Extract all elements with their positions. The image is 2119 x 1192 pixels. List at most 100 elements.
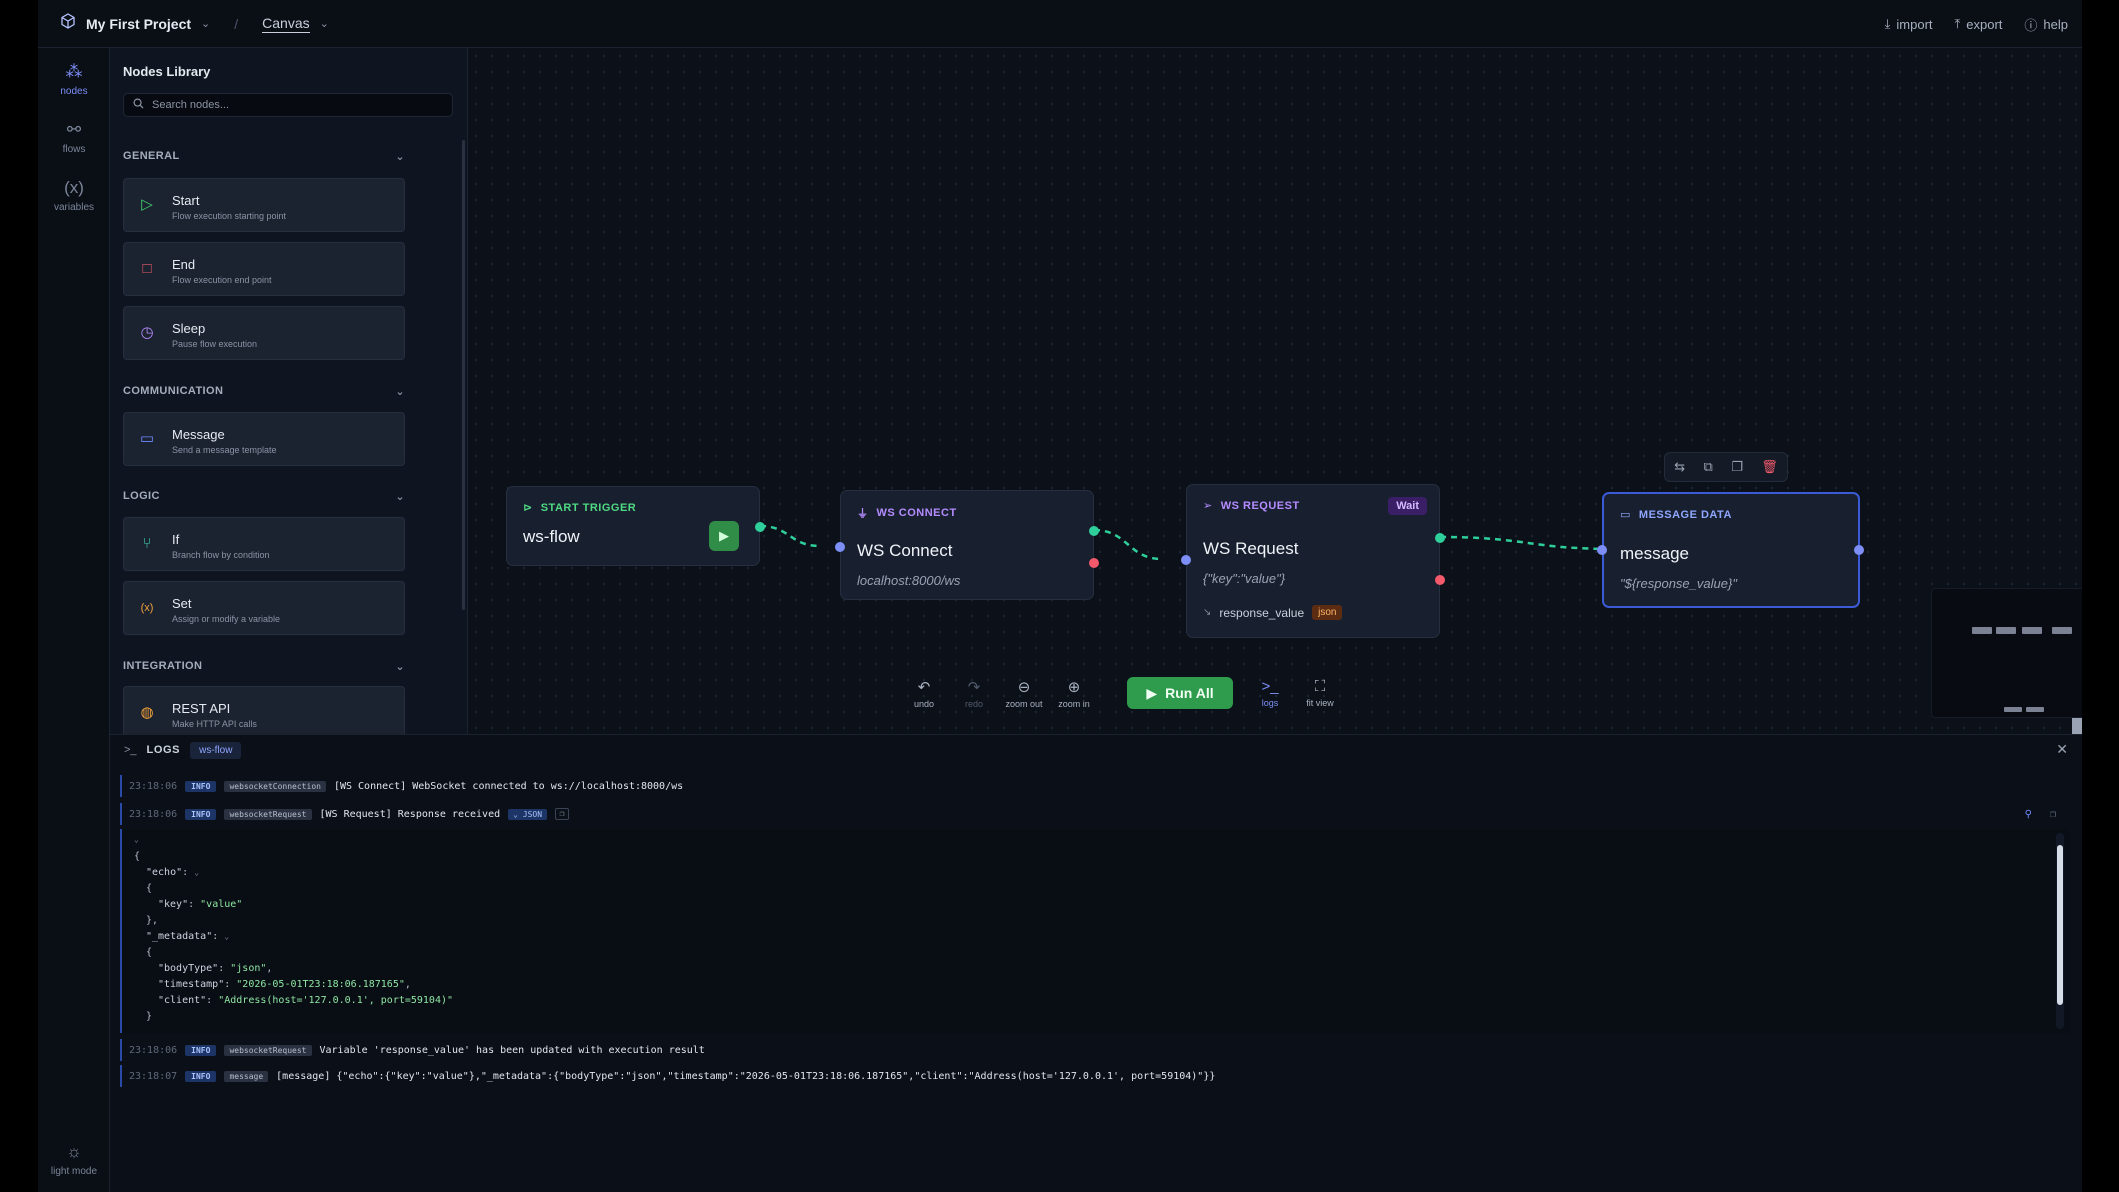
variable-icon: (x) — [140, 602, 154, 614]
scrollbar-thumb[interactable] — [2057, 845, 2063, 1005]
copy-icon[interactable]: ❐ — [555, 808, 570, 820]
help-circle-icon: ⓘ — [2024, 17, 2038, 33]
app-window: My First Project ⌄ / Canvas ⌄ ⤓ import ⤒ e… — [38, 0, 2082, 1192]
library-node-start[interactable]: ▷ Start Flow execution starting point — [123, 178, 405, 232]
fit-view-button[interactable]: ⛶ fit view — [1298, 678, 1342, 708]
trash-icon[interactable]: 🗑 — [1761, 459, 1778, 475]
library-scrollbar[interactable] — [462, 140, 465, 610]
node-message-data[interactable]: ▭ MESSAGE DATA message "${response_value… — [1597, 492, 1864, 608]
section-integration[interactable]: INTEGRATION ⌄ — [123, 658, 405, 674]
undo-button[interactable]: ↶ undo — [902, 678, 946, 709]
collapse-icon[interactable]: ⌄ — [134, 835, 139, 844]
play-circle-icon: ⊳ — [523, 502, 533, 514]
import-button[interactable]: ⤓ import — [1885, 16, 1933, 32]
node-url: localhost:8000/ws — [857, 573, 961, 588]
library-node-end[interactable]: □ End Flow execution end point — [123, 242, 405, 296]
play-icon: ▶ — [719, 528, 729, 543]
chevron-down-icon[interactable]: ⌄ — [201, 17, 210, 30]
node-payload: {"key":"value"} — [1203, 571, 1286, 586]
project-selector[interactable]: My First Project — [86, 16, 191, 32]
export-button[interactable]: ⤒ export — [1955, 16, 2003, 32]
swap-icon[interactable]: ⇆ — [1674, 459, 1685, 475]
success-port[interactable] — [1089, 526, 1099, 536]
minimap-viewport[interactable] — [2072, 718, 2082, 734]
logs-panel: >_ LOGS ws-flow ✕ 23:18:06 INFO websocke… — [110, 734, 2082, 1192]
light-mode-toggle[interactable]: ☼ light mode — [38, 1142, 110, 1177]
log-row: 23:18:06 INFO websocketRequest Variable … — [120, 1039, 2070, 1061]
input-port[interactable] — [1597, 545, 1607, 555]
help-button[interactable]: ⓘ help — [2024, 15, 2068, 34]
node-title: message — [1620, 544, 1689, 563]
top-bar: My First Project ⌄ / Canvas ⌄ ⤓ import ⤒ e… — [38, 0, 2082, 48]
globe-icon: ◍ — [140, 704, 154, 721]
side-rail: ⁂ nodes ⚯ flows (x) variables ☼ light mo… — [38, 48, 110, 1192]
rail-item-flows[interactable]: ⚯ flows — [38, 120, 110, 155]
logs-toggle-button[interactable]: >_ logs — [1248, 678, 1292, 708]
duplicate-icon[interactable]: ⧉ — [1704, 459, 1713, 475]
chevron-down-icon[interactable]: ⌄ — [320, 17, 329, 30]
error-port[interactable] — [1089, 558, 1099, 568]
library-node-sleep[interactable]: ◷ Sleep Pause flow execution — [123, 306, 405, 360]
library-title: Nodes Library — [123, 64, 211, 79]
pin-icon[interactable]: ⚲ — [2025, 809, 2032, 820]
collapse-icon[interactable]: ⌄ — [224, 932, 229, 941]
json-scrollbar[interactable] — [2056, 833, 2064, 1029]
minimap-node — [1996, 627, 2016, 634]
download-icon: ⤓ — [1884, 16, 1891, 31]
node-title: ws-flow — [523, 527, 580, 546]
copy-icon[interactable]: ❐ — [1731, 459, 1743, 475]
section-logic[interactable]: LOGIC ⌄ — [123, 488, 405, 504]
wait-badge: Wait — [1388, 497, 1427, 515]
output-port[interactable] — [755, 522, 765, 532]
error-port[interactable] — [1435, 575, 1445, 585]
library-node-set[interactable]: (x) Set Assign or modify a variable — [123, 581, 405, 635]
node-toolbar: ⇆ ⧉ ❐ 🗑 — [1664, 452, 1788, 482]
upload-icon: ⤒ — [1954, 16, 1961, 31]
run-all-button[interactable]: ▶ Run All — [1127, 677, 1233, 709]
minimap[interactable] — [1931, 588, 2082, 718]
chevron-down-icon: ⌄ — [395, 660, 405, 673]
success-port[interactable] — [1435, 533, 1445, 543]
search-icon — [133, 96, 144, 114]
section-communication[interactable]: COMMUNICATION ⌄ — [123, 383, 405, 399]
zoom-in-button[interactable]: ⊕ zoom in — [1052, 678, 1096, 709]
node-start-trigger[interactable]: ⊳ START TRIGGER ws-flow ▶ — [506, 486, 765, 566]
node-ws-request[interactable]: ➢ WS REQUEST Wait WS Request {"key":"val… — [1181, 484, 1445, 638]
output-type-badge: json — [1312, 605, 1343, 620]
json-toggle-button[interactable]: ⌄ JSON — [508, 808, 548, 820]
redo-button[interactable]: ↷ redo — [952, 678, 996, 709]
close-icon[interactable]: ✕ — [2056, 741, 2068, 758]
chevron-down-icon: ⌄ — [395, 385, 405, 398]
input-port[interactable] — [835, 542, 845, 552]
output-port[interactable] — [1854, 545, 1864, 555]
search-input[interactable] — [152, 99, 442, 111]
cube-logo-icon — [60, 13, 76, 34]
rail-item-nodes[interactable]: ⁂ nodes — [38, 62, 110, 97]
section-general[interactable]: GENERAL ⌄ — [123, 148, 405, 164]
log-row: 23:18:06 INFO websocketConnection [WS Co… — [120, 775, 2070, 797]
library-node-rest-api[interactable]: ◍ REST API Make HTTP API calls — [123, 686, 405, 734]
view-selector[interactable]: Canvas — [262, 15, 310, 33]
collapse-icon[interactable]: ⌄ — [194, 868, 199, 877]
variables-icon: (x) — [64, 178, 84, 197]
rail-item-variables[interactable]: (x) variables — [38, 178, 110, 213]
input-port[interactable] — [1181, 555, 1191, 565]
logs-title: LOGS — [146, 744, 181, 756]
logs-tab-ws-flow[interactable]: ws-flow — [190, 741, 242, 759]
zoom-in-icon: ⊕ — [1067, 678, 1081, 696]
minimap-node — [2026, 707, 2044, 712]
node-title: WS Connect — [857, 541, 953, 560]
run-flow-button[interactable]: ▶ — [709, 521, 739, 551]
stop-square-icon: □ — [142, 260, 152, 277]
edge-connect-to-request — [1093, 528, 1163, 561]
copy-icon[interactable]: ❐ — [2050, 809, 2056, 820]
library-node-if[interactable]: ⑂ If Branch flow by condition — [123, 517, 405, 571]
maximize-icon: ⛶ — [1314, 678, 1326, 695]
library-node-message[interactable]: ▭ Message Send a message template — [123, 412, 405, 466]
message-square-icon: ▭ — [1620, 509, 1631, 521]
minimap-node — [1972, 627, 1992, 634]
zoom-out-button[interactable]: ⊖ zoom out — [1002, 678, 1046, 709]
arrow-down-right-icon: ↘ — [1203, 607, 1212, 618]
flow-canvas[interactable]: ⊳ START TRIGGER ws-flow ▶ ⏚ WS CONNECT W… — [468, 48, 2082, 734]
node-ws-connect[interactable]: ⏚ WS CONNECT WS Connect localhost:8000/w… — [835, 490, 1099, 600]
